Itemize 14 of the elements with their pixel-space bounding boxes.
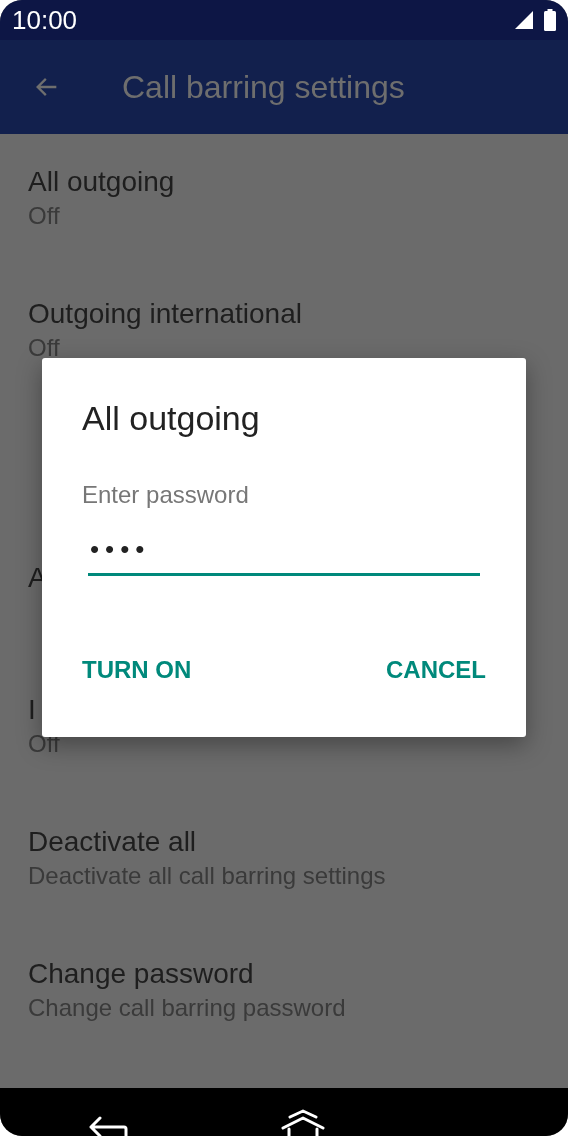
battery-icon: [544, 9, 556, 31]
home-icon[interactable]: [280, 1108, 326, 1136]
item-title[interactable]: All outgoing: [28, 164, 175, 200]
dialog-title: All outgoing: [82, 398, 261, 439]
item-title[interactable]: Deactivate all: [28, 824, 197, 860]
field-label: Enter password: [82, 480, 250, 510]
item-title[interactable]: Outgoing international: [28, 296, 302, 332]
signal-icon: [514, 10, 534, 30]
item-title[interactable]: I: [28, 692, 36, 728]
status-time: 10:00: [12, 4, 78, 36]
dialog-button[interactable]: CANCEL: [386, 656, 486, 684]
dialog-button[interactable]: TURN ON: [82, 656, 192, 684]
item-title[interactable]: Change password: [28, 956, 254, 992]
screen-title: Call barring settings: [122, 68, 405, 106]
